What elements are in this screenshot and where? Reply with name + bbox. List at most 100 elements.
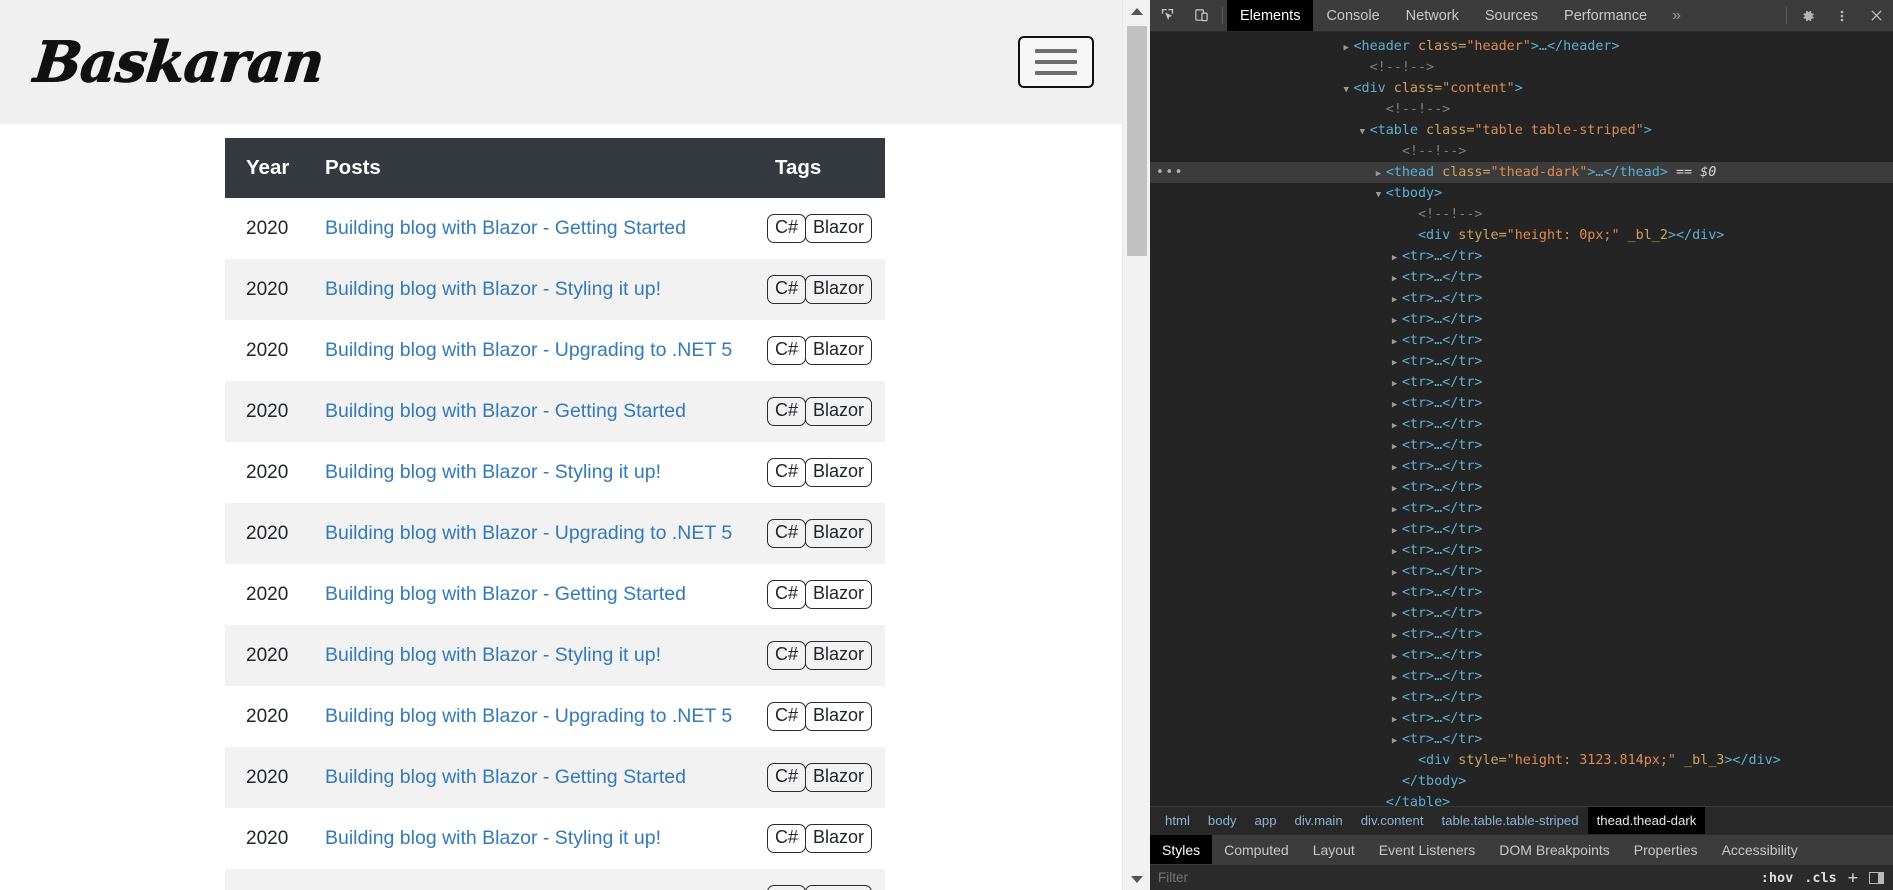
dom-node[interactable]: ▶ <tr>…</tr> <box>1150 708 1893 729</box>
site-logo[interactable]: Baskaran <box>25 29 327 95</box>
devtools-tab-performance[interactable]: Performance <box>1551 0 1660 31</box>
dom-node[interactable]: </table> <box>1150 792 1893 806</box>
disclosure-triangle-icon[interactable]: ▶ <box>1392 353 1402 374</box>
class-editor-toggle[interactable]: .cls <box>1804 870 1837 886</box>
tag-button[interactable]: Blazor <box>805 519 873 548</box>
gear-icon[interactable] <box>1791 0 1825 31</box>
tag-button[interactable]: C# <box>767 397 807 426</box>
disclosure-triangle-icon[interactable]: ▶ <box>1392 647 1402 668</box>
dom-node[interactable]: ▶ <tr>…</tr> <box>1150 372 1893 393</box>
tag-button[interactable]: C# <box>767 336 807 365</box>
tag-button[interactable]: C# <box>767 763 807 792</box>
post-link[interactable]: Building blog with Blazor - Getting Star… <box>325 583 686 605</box>
column-header-posts[interactable]: Posts <box>313 138 765 198</box>
dom-node[interactable]: </tbody> <box>1150 771 1893 792</box>
disclosure-triangle-icon[interactable]: ▶ <box>1343 38 1353 59</box>
tag-button[interactable]: C# <box>767 458 807 487</box>
kebab-menu-icon[interactable] <box>1825 0 1859 31</box>
post-link[interactable]: Building blog with Blazor - Getting Star… <box>325 766 686 788</box>
disclosure-triangle-icon[interactable]: ▶ <box>1392 626 1402 647</box>
dom-node[interactable]: ▶ <tr>…</tr> <box>1150 498 1893 519</box>
tag-button[interactable]: Blazor <box>805 824 873 853</box>
disclosure-triangle-icon[interactable]: ▶ <box>1392 689 1402 710</box>
dom-tree[interactable]: ▶ <header class="header">…</header> <!--!… <box>1150 32 1893 806</box>
dom-node[interactable]: ▶ <tr>…</tr> <box>1150 645 1893 666</box>
disclosure-triangle-icon[interactable]: ▼ <box>1376 185 1386 206</box>
post-link[interactable]: Building blog with Blazor - Getting Star… <box>325 400 686 422</box>
disclosure-triangle-icon[interactable]: ▶ <box>1392 374 1402 395</box>
styles-tab-event-listeners[interactable]: Event Listeners <box>1367 835 1488 864</box>
styles-tab-dom-breakpoints[interactable]: DOM Breakpoints <box>1487 835 1621 864</box>
dom-node[interactable]: ▶ <tr>…</tr> <box>1150 666 1893 687</box>
disclosure-triangle-icon[interactable]: ▶ <box>1392 332 1402 353</box>
post-link[interactable]: Building blog with Blazor - Upgrading to… <box>325 339 732 361</box>
dom-node[interactable]: ▶ <tr>…</tr> <box>1150 687 1893 708</box>
page-vertical-scrollbar[interactable] <box>1122 0 1150 890</box>
node-menu-ellipsis-icon[interactable]: ••• <box>1156 166 1184 179</box>
scrollbar-thumb[interactable] <box>1127 26 1147 256</box>
hover-state-toggle[interactable]: :hov <box>1761 870 1794 886</box>
post-link[interactable]: Building blog with Blazor - Styling it u… <box>325 461 661 483</box>
post-link[interactable]: Building blog with Blazor - Styling it u… <box>325 827 661 849</box>
dom-node[interactable]: ▶ <tr>…</tr> <box>1150 603 1893 624</box>
tag-button[interactable]: Blazor <box>805 641 873 670</box>
dom-node[interactable]: <!--!--> <box>1150 141 1893 162</box>
dom-node[interactable]: ▶ <tr>…</tr> <box>1150 624 1893 645</box>
dom-node[interactable]: ▼ <tbody> <box>1150 183 1893 204</box>
dom-node[interactable]: ▼ <div class="content"> <box>1150 78 1893 99</box>
tag-button[interactable]: C# <box>767 580 807 609</box>
styles-tab-styles[interactable]: Styles <box>1150 835 1213 864</box>
dom-node[interactable]: ▶ <tr>…</tr> <box>1150 246 1893 267</box>
dock-toggle-icon[interactable] <box>1869 871 1884 884</box>
navbar-toggler-button[interactable] <box>1018 36 1094 88</box>
dom-node[interactable]: ▶ <tr>…</tr> <box>1150 393 1893 414</box>
disclosure-triangle-icon[interactable]: ▶ <box>1392 710 1402 731</box>
disclosure-triangle-icon[interactable]: ▶ <box>1392 479 1402 500</box>
dom-node[interactable]: <div style="height: 3123.814px;" _bl_3><… <box>1150 750 1893 771</box>
breadcrumb-item[interactable]: app <box>1246 807 1286 834</box>
breadcrumb-item[interactable]: html <box>1156 807 1199 834</box>
styles-tab-computed[interactable]: Computed <box>1212 835 1301 864</box>
dom-node[interactable]: ▶ <tr>…</tr> <box>1150 519 1893 540</box>
tag-button[interactable]: Blazor <box>805 885 873 890</box>
disclosure-triangle-icon[interactable]: ▼ <box>1343 80 1353 101</box>
devtools-tab-elements[interactable]: Elements <box>1227 0 1314 31</box>
dom-node[interactable]: ▶ <header class="header">…</header> <box>1150 36 1893 57</box>
disclosure-triangle-icon[interactable]: ▶ <box>1392 563 1402 584</box>
dom-node[interactable]: ▶ <tr>…</tr> <box>1150 456 1893 477</box>
scrollbar-up-arrow-icon[interactable] <box>1123 0 1150 22</box>
breadcrumb-item[interactable]: thead.thead-dark <box>1587 807 1706 834</box>
inspect-element-icon[interactable] <box>1150 0 1184 31</box>
tag-button[interactable]: Blazor <box>805 580 873 609</box>
dom-node[interactable]: ▶ <tr>…</tr> <box>1150 414 1893 435</box>
disclosure-triangle-icon[interactable]: ▶ <box>1392 668 1402 689</box>
dom-node[interactable]: ▶ <tr>…</tr> <box>1150 288 1893 309</box>
disclosure-triangle-icon[interactable]: ▶ <box>1392 437 1402 458</box>
disclosure-triangle-icon[interactable]: ▶ <box>1392 500 1402 521</box>
breadcrumb-item[interactable]: body <box>1199 807 1246 834</box>
tag-button[interactable]: C# <box>767 275 807 304</box>
dom-node-selected[interactable]: ••• ▶ <thead class="thead-dark">…</thead>… <box>1150 162 1893 183</box>
dom-node[interactable]: <div style="height: 0px;" _bl_2></div> <box>1150 225 1893 246</box>
dom-node[interactable]: ▶ <tr>…</tr> <box>1150 561 1893 582</box>
breadcrumb-item[interactable]: div.content <box>1352 807 1433 834</box>
post-link[interactable]: Building blog with Blazor - Getting Star… <box>325 217 686 239</box>
dom-node[interactable]: ▶ <tr>…</tr> <box>1150 729 1893 750</box>
dom-node[interactable]: ▶ <tr>…</tr> <box>1150 435 1893 456</box>
dom-node[interactable]: ▶ <tr>…</tr> <box>1150 582 1893 603</box>
dom-node[interactable]: ▶ <tr>…</tr> <box>1150 309 1893 330</box>
tag-button[interactable]: C# <box>767 214 807 243</box>
disclosure-triangle-icon[interactable]: ▶ <box>1392 542 1402 563</box>
scrollbar-down-arrow-icon[interactable] <box>1123 868 1150 890</box>
tag-button[interactable]: C# <box>767 824 807 853</box>
devtools-tab-sources[interactable]: Sources <box>1472 0 1551 31</box>
tag-button[interactable]: C# <box>767 702 807 731</box>
tag-button[interactable]: C# <box>767 519 807 548</box>
disclosure-triangle-icon[interactable]: ▶ <box>1392 395 1402 416</box>
styles-filter-input[interactable] <box>1158 870 1761 885</box>
disclosure-triangle-icon[interactable]: ▶ <box>1392 731 1402 752</box>
devtools-tab-network[interactable]: Network <box>1393 0 1472 31</box>
disclosure-triangle-icon[interactable]: ▶ <box>1376 164 1386 185</box>
disclosure-triangle-icon[interactable]: ▶ <box>1392 269 1402 290</box>
styles-tab-properties[interactable]: Properties <box>1622 835 1710 864</box>
